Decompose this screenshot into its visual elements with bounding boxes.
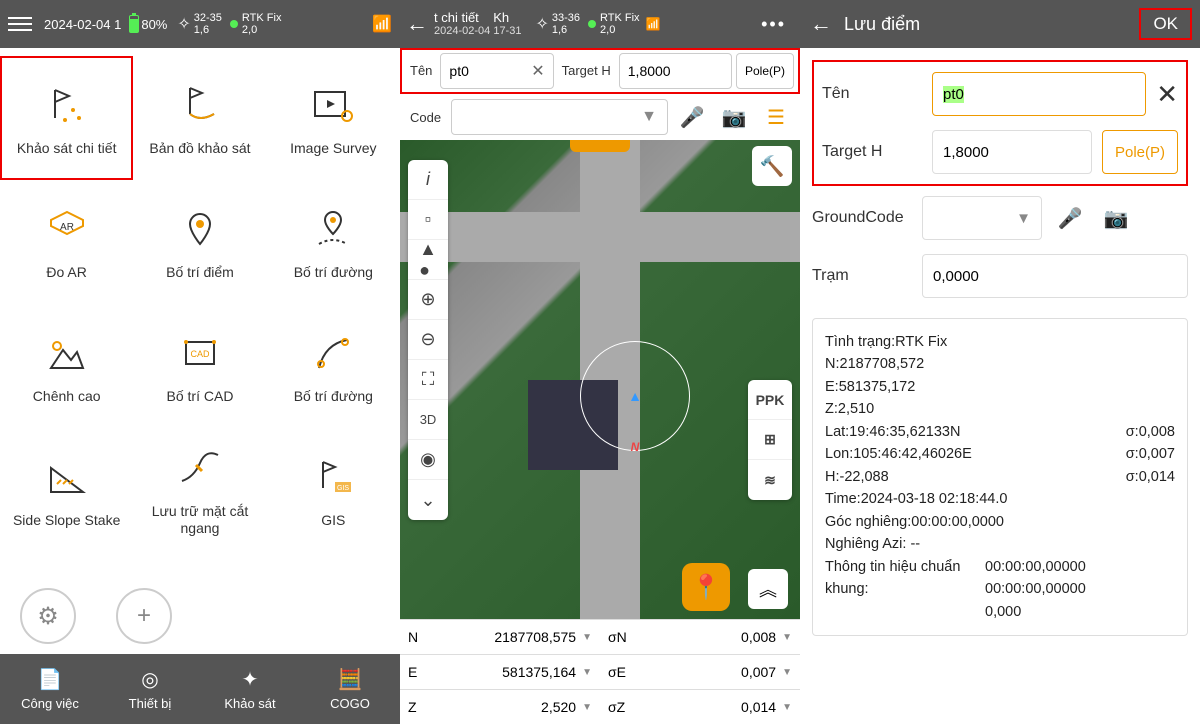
name-input[interactable]: pt0 [932,72,1146,116]
record-button[interactable]: 📍 [682,563,730,611]
ppk-button[interactable]: PPK [748,380,792,420]
grid-item-ar[interactable]: AR Đo AR [0,180,133,304]
map-view[interactable]: 🔨 i ▫ ▲● ⊕ ⊖ ⛶ 3D ◉ ⌄ PPK ⊞ ≋ N 📍 ︽ [400,140,800,619]
map-left-controls: i ▫ ▲● ⊕ ⊖ ⛶ 3D ◉ ⌄ [408,160,448,520]
fullscreen-icon[interactable]: ⛶ [408,360,448,400]
code-select[interactable]: ▼ [451,99,668,135]
status-date: 2024-02-04 1 [44,17,121,32]
survey-grid: Khảo sát chi tiết Bản đồ khảo sát Image … [0,48,400,578]
highlighted-inputs: Tên pt0 ✕ Target H 1,8000 Pole(P) [812,60,1188,186]
elevation-icon [41,328,93,380]
3d-icon[interactable]: 3D [408,400,448,440]
point-info: Tình trạng:RTK Fix N:2187708,572 E:58137… [812,318,1188,636]
nav-project[interactable]: 📄Công việc [0,654,100,724]
pin-line-icon [307,204,359,256]
grid-icon[interactable]: ⊞ [748,420,792,460]
rtk-indicator: RTK Fix2,0 [588,12,640,36]
svg-text:CAD: CAD [190,349,210,359]
grid-item-stake-point[interactable]: Bố trí điểm [133,180,266,304]
grid-item-stake-line[interactable]: Bố trí đường [267,180,400,304]
list-icon[interactable]: ☰ [758,99,794,135]
pole-button[interactable]: Pole(P) [736,53,794,89]
bottom-nav: 📄Công việc ◎Thiết bị ✦Khảo sát 🧮COGO [0,654,400,724]
slope-icon [41,452,93,504]
collapse-icon[interactable]: ︽ [748,569,788,609]
svg-text:GIS: GIS [337,485,349,492]
clear-icon[interactable]: ✕ [531,61,544,81]
target-icon[interactable]: ◉ [408,440,448,480]
mic-icon[interactable]: 🎤 [674,99,710,135]
drag-handle[interactable] [570,140,630,152]
ar-icon: AR [41,204,93,256]
station-input[interactable]: 0,0000 [922,254,1188,298]
grid-item-gis[interactable]: GIS GIS [267,428,400,552]
antenna-icon[interactable]: 📶 [646,17,661,31]
cad-icon: CAD [174,328,226,380]
zoom-out-icon[interactable]: ⊖ [408,320,448,360]
nav-cogo[interactable]: 🧮COGO [300,654,400,724]
code-row: Code ▼ 🎤 📷 ☰ [400,94,800,140]
cad-layer-icon[interactable]: ▫ [408,200,448,240]
zoom-in-icon[interactable]: ⊕ [408,280,448,320]
grid-item-cross-section[interactable]: Lưu trữ mặt cắt ngang [133,428,266,552]
menu-icon[interactable] [8,17,32,31]
more-icon[interactable]: ••• [761,14,786,35]
layers-icon[interactable]: ≋ [748,460,792,500]
flag-path-icon [174,80,226,132]
camera-icon[interactable]: 📷 [716,99,752,135]
map-right-controls: PPK ⊞ ≋ [748,380,792,500]
nav-device[interactable]: ◎Thiết bị [100,654,200,724]
pin-icon [174,204,226,256]
clear-icon[interactable]: ✕ [1156,79,1178,110]
rtk-indicator: RTK Fix2,0 [230,12,282,36]
grid-item-cad[interactable]: CAD Bố trí CAD [133,304,266,428]
compass: N [580,341,690,451]
grid-item-image-survey[interactable]: Image Survey [267,56,400,180]
groundcode-select[interactable]: ▼ [922,196,1042,240]
pole-button[interactable]: Pole(P) [1102,130,1178,174]
back-icon[interactable]: ← [810,11,832,37]
cross-section-icon [174,443,226,495]
status-bar-2: ← t chi tiết Kh2024-02-04 17-31 ✧33-361,… [400,0,800,48]
target-h-input[interactable]: 1,8000 [932,130,1092,174]
grid-item-slope[interactable]: Side Slope Stake [0,428,133,552]
name-target-row: Tên pt0✕ Target H 1,8000 Pole(P) [400,48,800,94]
satellite-indicator: ✧33-361,6 [535,12,580,36]
grid-item-stake-road[interactable]: Bố trí đường [267,304,400,428]
info-icon[interactable]: i [408,160,448,200]
satellite-indicator: ✧32-351,6 [177,12,222,36]
expand-icon[interactable]: ⌄ [408,480,448,520]
settings-button[interactable]: ⚙ [20,588,76,644]
svg-text:AR: AR [60,222,74,233]
antenna-icon[interactable]: 📶 [372,14,392,34]
tool-icon[interactable]: 🔨 [752,146,792,186]
page-title: Lưu điểm [844,14,920,35]
battery-indicator: 80% [129,15,167,33]
road-icon [307,328,359,380]
gis-icon: GIS [307,452,359,504]
flag-points-icon [41,80,93,132]
image-survey-icon [307,80,359,132]
grid-item-detailed-survey[interactable]: Khảo sát chi tiết [0,56,133,180]
camera-icon[interactable]: 📷 [1098,200,1134,236]
back-icon[interactable]: ← [406,11,428,37]
grid-item-survey-map[interactable]: Bản đồ khảo sát [133,56,266,180]
add-button[interactable]: + [116,588,172,644]
ok-button[interactable]: OK [1141,10,1190,38]
status-bar: 2024-02-04 1 80% ✧32-351,6 RTK Fix2,0 📶 [0,0,400,48]
mic-icon[interactable]: 🎤 [1052,200,1088,236]
coord-table: N2187708,575▼σN0,008▼ E581375,164▼σE0,00… [400,619,800,724]
grid-item-elevation[interactable]: Chênh cao [0,304,133,428]
save-point-header: ← Lưu điểm OK [800,0,1200,48]
name-input[interactable]: pt0✕ [440,53,553,89]
target-h-input[interactable]: 1,8000 [619,53,732,89]
north-icon[interactable]: ▲● [408,240,448,280]
nav-survey[interactable]: ✦Khảo sát [200,654,300,724]
